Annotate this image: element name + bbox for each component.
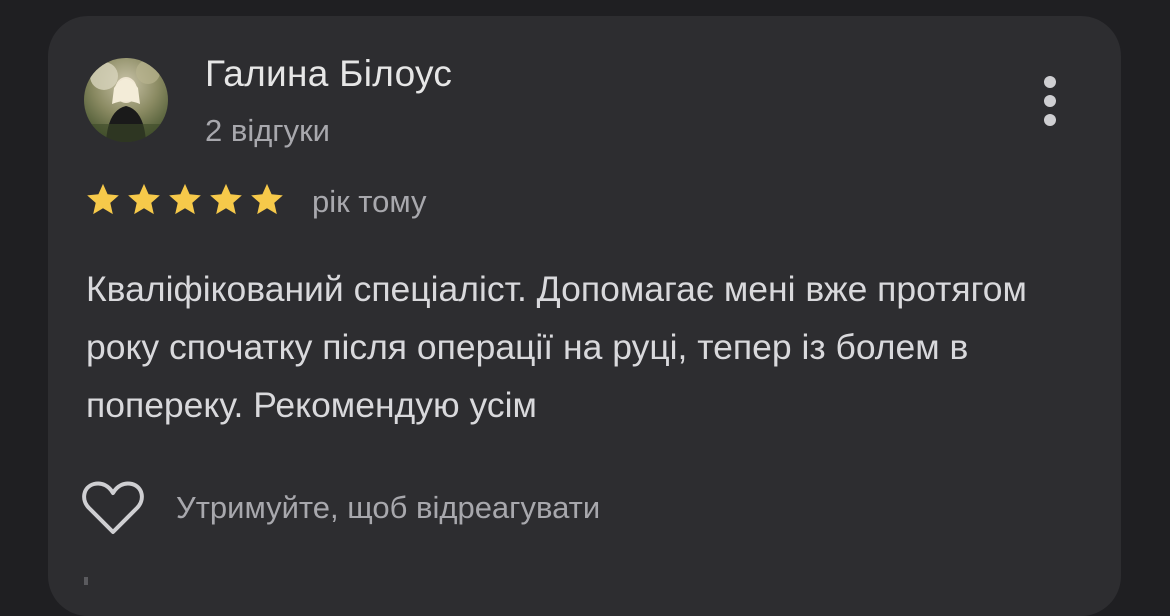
- star-rating: [84, 181, 286, 221]
- review-text: Кваліфікований спеціаліст. Допомагає мен…: [86, 269, 1027, 425]
- author-review-count: 2 відгуки: [205, 113, 330, 148]
- avatar-photo: [84, 60, 168, 142]
- star-icon: [251, 183, 283, 215]
- star-icon: [169, 183, 201, 215]
- heart-outline-icon: [82, 481, 144, 534]
- star-icon: [87, 183, 119, 215]
- menu-dot: [1044, 76, 1056, 88]
- react-button[interactable]: Утримуйте, щоб відреагувати: [80, 478, 600, 538]
- star-icon: [210, 183, 242, 215]
- more-vert-icon[interactable]: [1030, 70, 1070, 130]
- react-hint: Утримуйте, щоб відреагувати: [176, 490, 601, 525]
- menu-dot: [1044, 114, 1056, 126]
- review-time: рік тому: [312, 184, 427, 219]
- star-icon: [128, 183, 160, 215]
- author-name[interactable]: Галина Білоус: [205, 52, 452, 96]
- menu-dot: [1044, 95, 1056, 107]
- author-avatar[interactable]: [84, 58, 168, 142]
- divider: [84, 577, 88, 585]
